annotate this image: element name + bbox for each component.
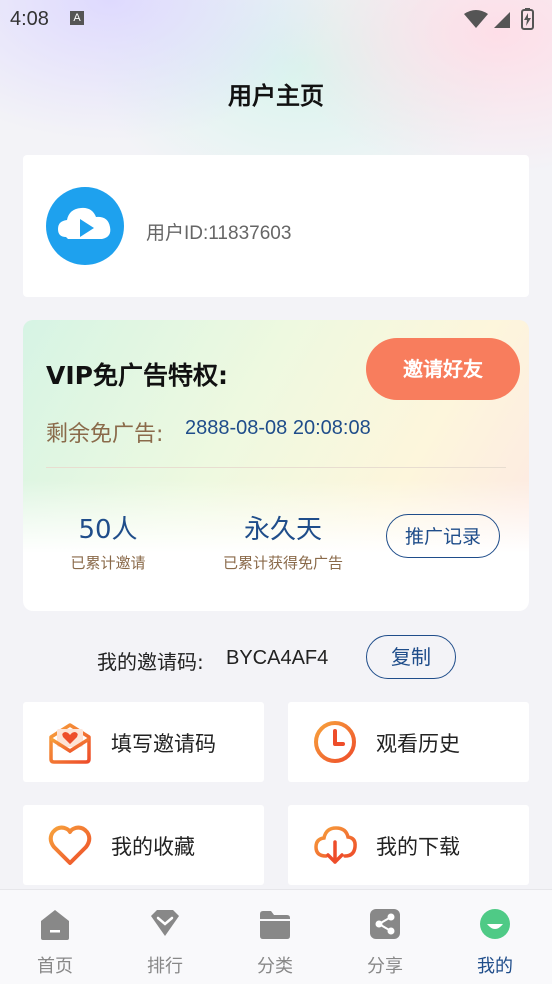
tab-label: 分享 bbox=[367, 956, 403, 977]
tab-category[interactable]: 分类 bbox=[220, 890, 330, 984]
stat-invited-label: 已累计邀请 bbox=[70, 554, 146, 572]
stat-adfree-value: 永久天 bbox=[243, 515, 322, 545]
divider bbox=[46, 467, 506, 468]
stat-invited: 50人 已累计邀请 bbox=[53, 509, 163, 573]
diamond-icon bbox=[151, 910, 179, 936]
notification-a-icon: A bbox=[70, 11, 84, 25]
remaining-label: 剩余免广告: bbox=[46, 422, 164, 447]
status-time: 4:08 bbox=[10, 8, 49, 30]
tile-my-downloads[interactable]: 我的下载 bbox=[288, 805, 529, 885]
bottom-tab-bar: 首页 排行 分类 分享 我的 bbox=[0, 889, 552, 984]
tile-enter-invite-code[interactable]: 填写邀请码 bbox=[23, 702, 264, 782]
share-icon bbox=[370, 909, 400, 939]
tab-share[interactable]: 分享 bbox=[330, 890, 440, 984]
stat-invited-value: 50人 bbox=[78, 515, 138, 545]
tab-label: 我的 bbox=[477, 956, 513, 977]
user-id: 用户ID:11837603 bbox=[146, 223, 292, 244]
promotion-record-button[interactable]: 推广记录 bbox=[386, 514, 500, 558]
copy-button[interactable]: 复制 bbox=[366, 635, 456, 679]
avatar[interactable] bbox=[46, 187, 124, 265]
tab-label: 分类 bbox=[257, 956, 293, 977]
user-card: 用户ID:11837603 bbox=[23, 155, 529, 297]
envelope-heart-icon bbox=[49, 723, 91, 764]
invite-friends-button[interactable]: 邀请好友 bbox=[366, 338, 520, 400]
tab-home[interactable]: 首页 bbox=[0, 890, 110, 984]
heart-icon bbox=[48, 825, 92, 865]
home-icon bbox=[41, 910, 69, 940]
profile-icon bbox=[480, 909, 510, 939]
page-title: 用户主页 bbox=[228, 82, 324, 110]
tile-label: 观看历史 bbox=[376, 732, 460, 756]
vip-card: VIP免广告特权: 邀请好友 剩余免广告: 2888-08-08 20:08:0… bbox=[23, 320, 529, 611]
tile-label: 我的收藏 bbox=[111, 835, 195, 859]
tile-watch-history[interactable]: 观看历史 bbox=[288, 702, 529, 782]
status-bar: 4:08 A bbox=[0, 0, 552, 40]
remaining-value: 2888-08-08 20:08:08 bbox=[185, 417, 371, 439]
clock-icon bbox=[314, 721, 356, 763]
cloud-download-icon bbox=[314, 826, 357, 864]
invite-code-label: 我的邀请码: bbox=[97, 650, 204, 674]
signal-battery-icons bbox=[464, 8, 534, 30]
tab-mine[interactable]: 我的 bbox=[440, 890, 550, 984]
stat-adfree-label: 已累计获得免广告 bbox=[222, 554, 343, 572]
vip-title: VIP免广告特权: bbox=[46, 361, 228, 390]
tab-label: 首页 bbox=[37, 956, 73, 977]
tile-label: 我的下载 bbox=[376, 835, 460, 859]
tab-ranking[interactable]: 排行 bbox=[110, 890, 220, 984]
stat-adfree: 永久天 已累计获得免广告 bbox=[203, 509, 363, 573]
tile-my-favorites[interactable]: 我的收藏 bbox=[23, 805, 264, 885]
folder-icon bbox=[260, 911, 290, 939]
invite-code-value: BYCA4AF4 bbox=[226, 647, 329, 669]
tile-label: 填写邀请码 bbox=[111, 732, 216, 756]
tab-label: 排行 bbox=[147, 956, 183, 977]
